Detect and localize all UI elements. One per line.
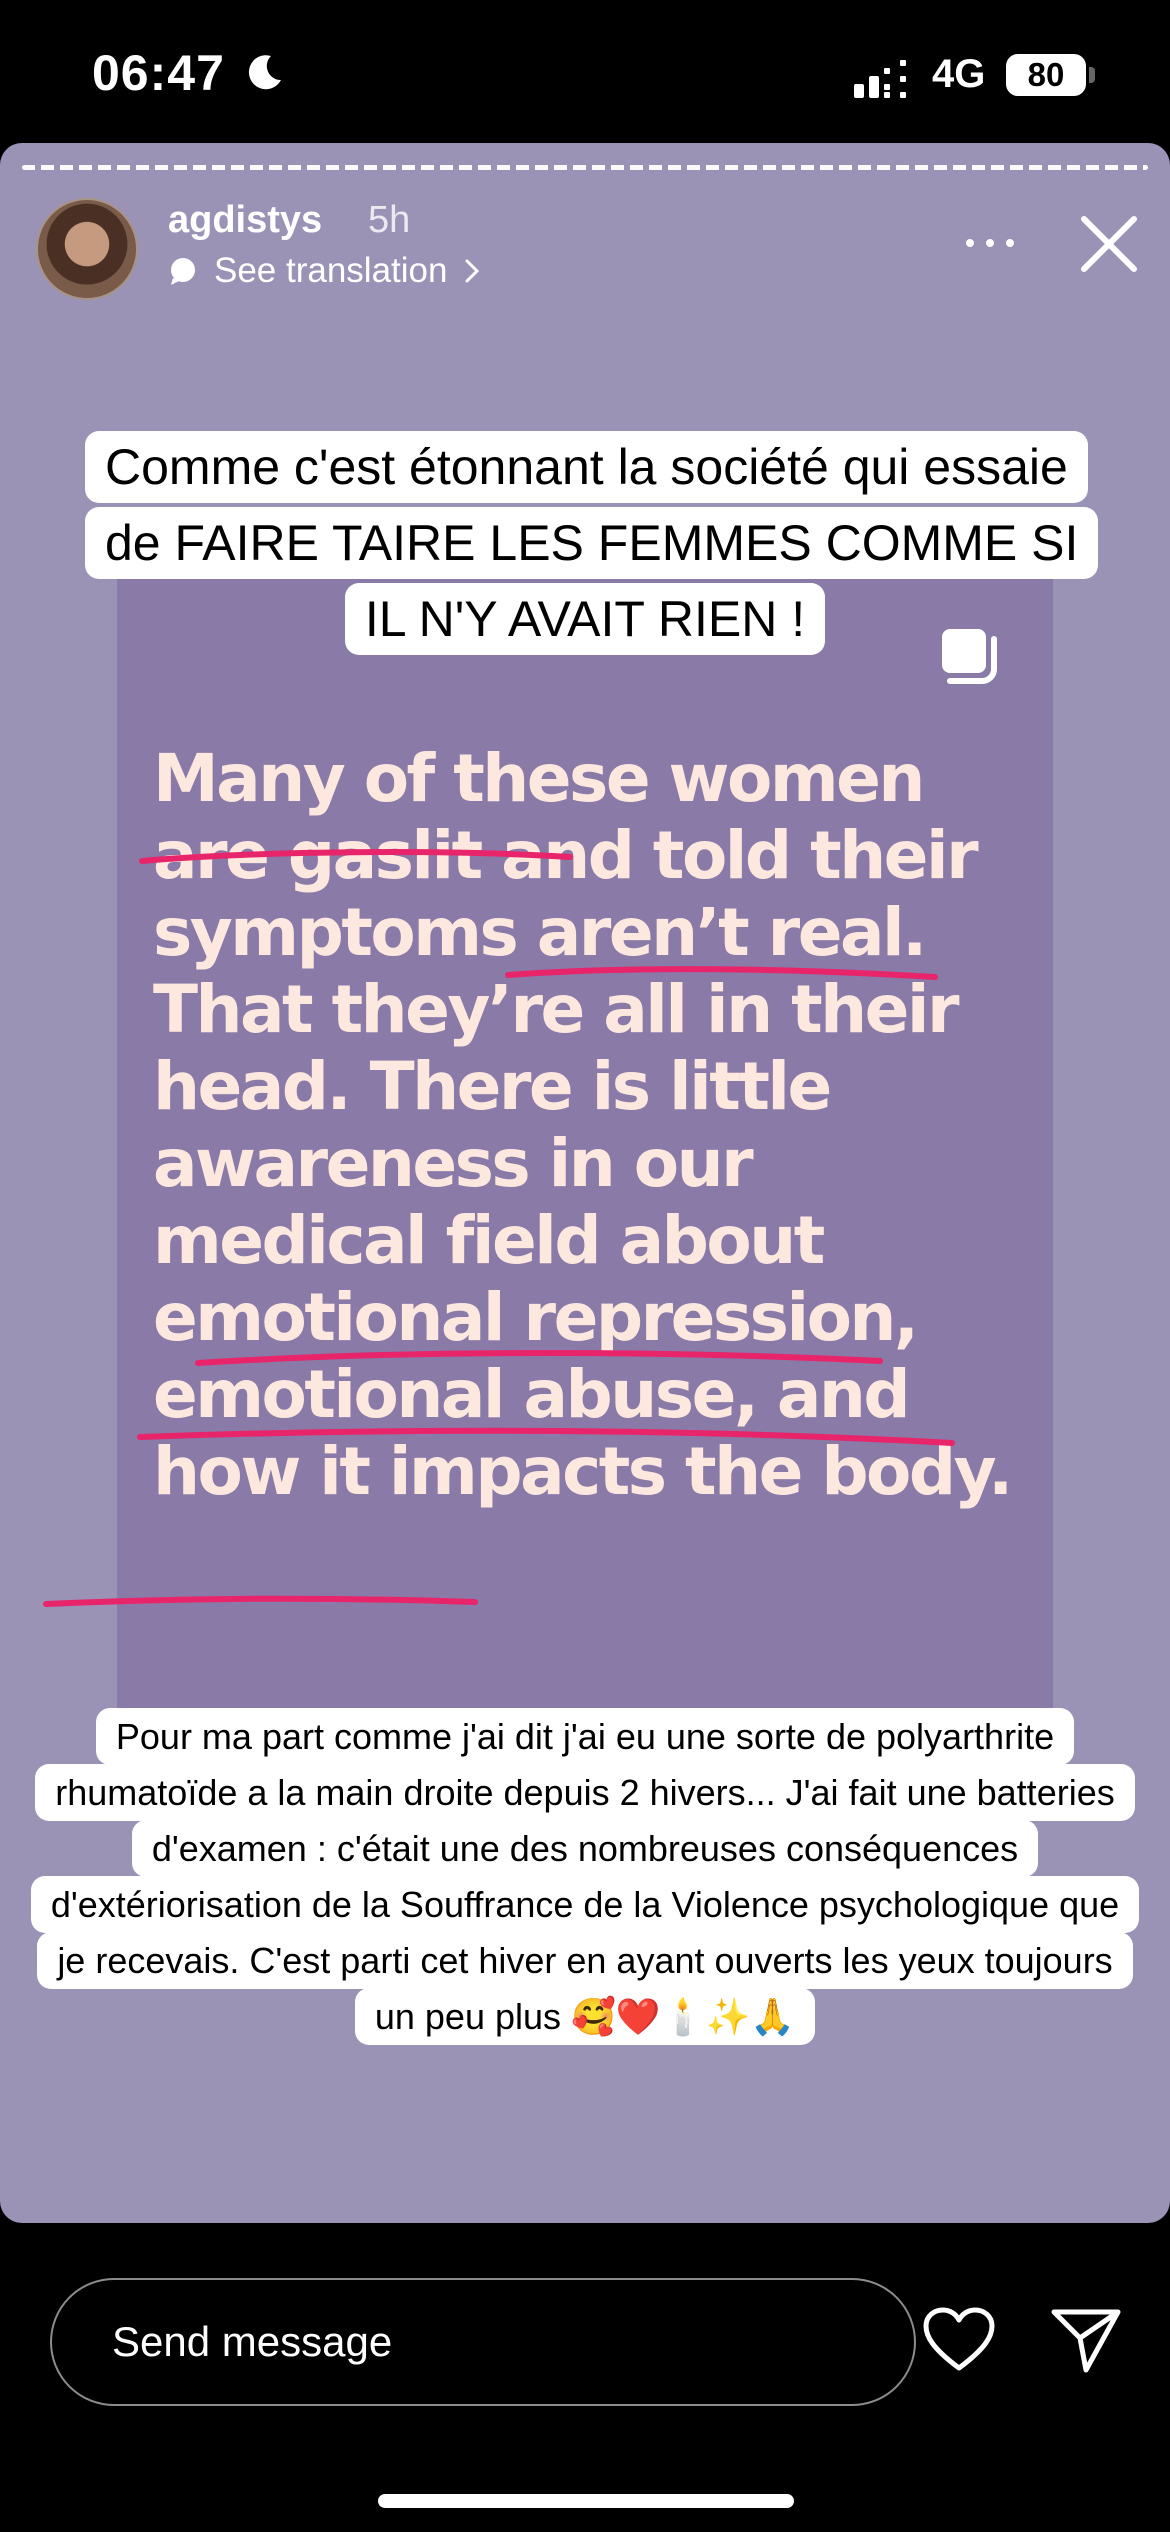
avatar[interactable] <box>36 198 138 300</box>
quote-text: Many of these women are gaslit and told … <box>153 740 1013 1510</box>
clock: 06:47 <box>92 45 225 101</box>
quote-graphic: Many of these women are gaslit and told … <box>117 565 1053 1725</box>
chat-bubble-icon <box>171 258 195 285</box>
see-translation-label: See translation <box>214 251 448 290</box>
status-bar: 06:47 4G 80 <box>0 0 1170 140</box>
signal-icon <box>854 60 906 98</box>
battery-tip <box>1089 67 1095 83</box>
see-translation-button[interactable]: See translation <box>168 249 483 293</box>
home-indicator <box>378 2494 794 2508</box>
heart-icon[interactable] <box>922 2306 996 2376</box>
top-caption-text: Comme c'est étonnant la société qui essa… <box>85 431 1099 655</box>
bottom-caption: Pour ma part comme j'ai dit j'ai eu une … <box>0 1708 1170 2045</box>
top-caption: Comme c'est étonnant la société qui essa… <box>0 429 1170 657</box>
more-icon[interactable] <box>960 223 1020 263</box>
moon-icon <box>248 55 281 90</box>
story-username[interactable]: agdistys <box>168 199 322 242</box>
battery-level: 80 <box>1006 54 1086 96</box>
network-type: 4G <box>932 52 986 96</box>
send-message-input[interactable]: Send message <box>50 2278 916 2406</box>
bottom-caption-text: Pour ma part comme j'ai dit j'ai eu une … <box>30 1708 1140 2045</box>
story-progress-bar <box>22 165 1148 170</box>
story-card[interactable]: agdistys 5h See translation Many of thes… <box>0 143 1170 2223</box>
story-time-ago: 5h <box>368 199 411 241</box>
chevron-right-icon <box>465 259 480 283</box>
send-icon[interactable] <box>1050 2306 1122 2376</box>
close-icon[interactable] <box>1078 213 1140 275</box>
